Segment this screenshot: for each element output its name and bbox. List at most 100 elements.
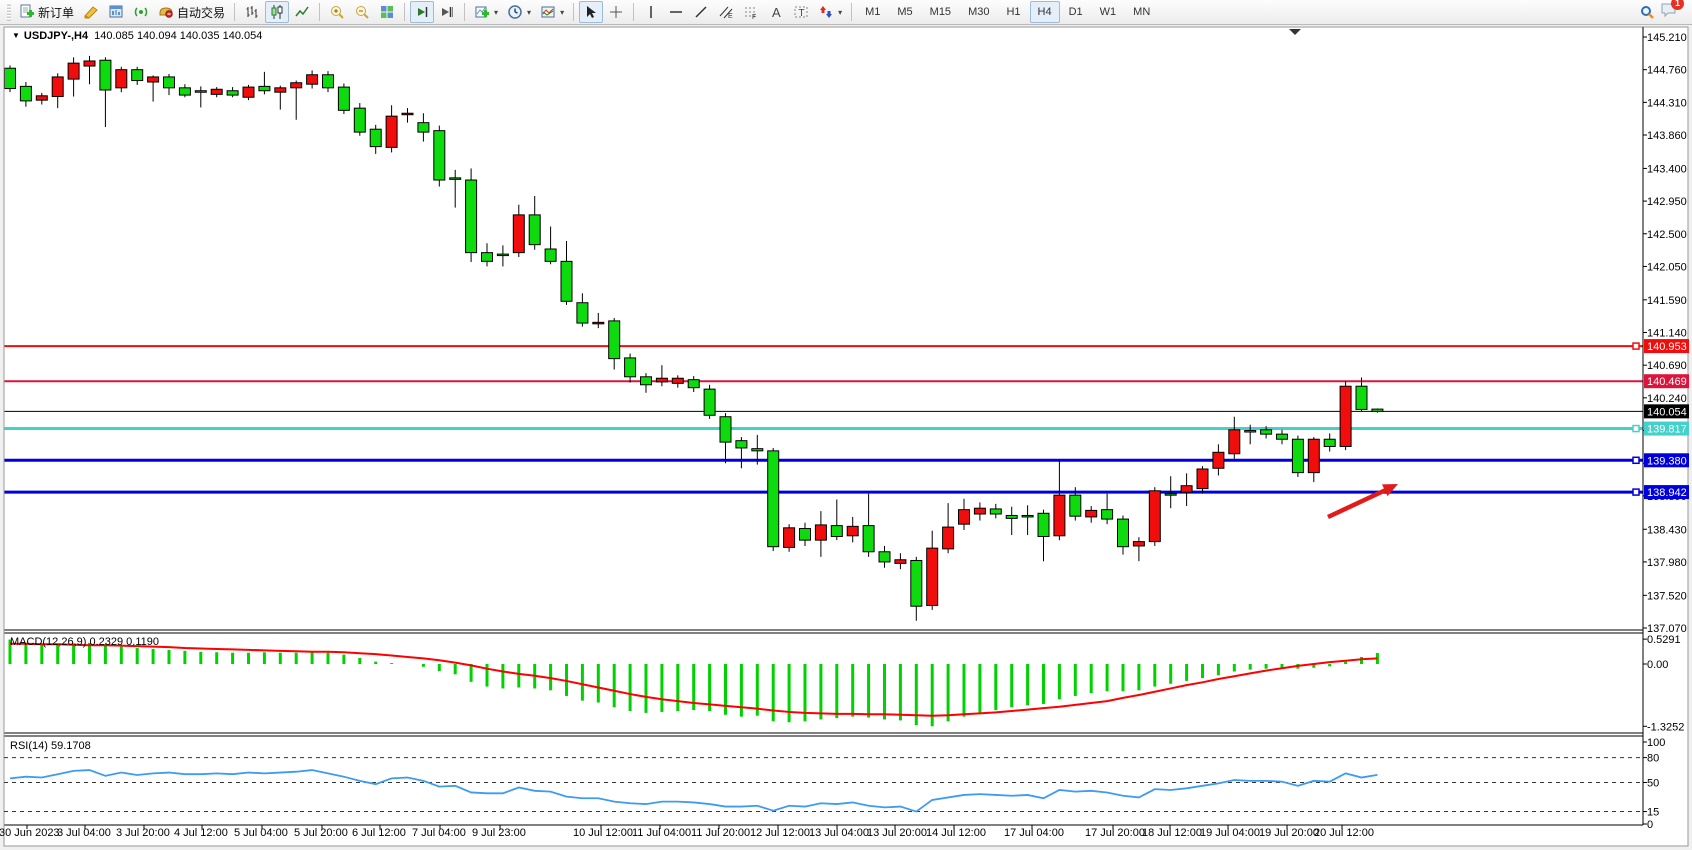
candle[interactable] (815, 525, 826, 540)
timeframe-button-m1[interactable]: M1 (857, 1, 888, 23)
candle[interactable] (497, 254, 508, 256)
candle[interactable] (1133, 542, 1144, 546)
candle[interactable] (625, 358, 636, 377)
candle[interactable] (1197, 469, 1208, 489)
market-watch-button[interactable] (104, 1, 128, 23)
vertical-line-tool-button[interactable] (639, 1, 663, 23)
candle[interactable] (752, 449, 763, 451)
candle[interactable] (990, 509, 1001, 514)
candle[interactable] (704, 389, 715, 415)
candle[interactable] (227, 91, 238, 95)
hline-marker[interactable] (1633, 426, 1639, 432)
periods-dropdown-caret[interactable]: ▾ (527, 8, 531, 17)
candle[interactable] (195, 91, 206, 93)
equidistant-channel-tool-button[interactable]: E (714, 1, 738, 23)
line-chart-mode-button[interactable] (290, 1, 314, 23)
candle[interactable] (68, 63, 79, 79)
candle[interactable] (211, 89, 222, 94)
timeframe-button-w1[interactable]: W1 (1092, 1, 1125, 23)
candle[interactable] (52, 77, 63, 97)
text-label-tool-button[interactable]: T (789, 1, 813, 23)
candle[interactable] (641, 377, 652, 385)
candle[interactable] (1149, 491, 1160, 542)
templates-dropdown-caret[interactable]: ▾ (560, 8, 564, 17)
text-tool-button[interactable]: A (764, 1, 788, 23)
candle[interactable] (275, 88, 286, 92)
hline-marker[interactable] (1633, 457, 1639, 463)
candle[interactable] (831, 526, 842, 537)
timeframe-button-mn[interactable]: MN (1125, 1, 1158, 23)
candle[interactable] (1070, 495, 1081, 516)
tile-windows-button[interactable] (375, 1, 399, 23)
trendline-tool-button[interactable] (689, 1, 713, 23)
candle[interactable] (450, 178, 461, 180)
candle[interactable] (768, 451, 779, 547)
candle[interactable] (895, 560, 906, 564)
chart-canvas[interactable]: 145.210144.760144.310143.860143.400142.9… (0, 25, 1692, 850)
candle[interactable] (545, 249, 556, 261)
search-button[interactable] (1635, 1, 1659, 23)
candle[interactable] (609, 321, 620, 359)
notifications-button[interactable]: 1 (1660, 1, 1678, 23)
candle[interactable] (1245, 431, 1256, 433)
candle[interactable] (5, 68, 16, 88)
candle[interactable] (307, 75, 318, 84)
arrows-dropdown-caret[interactable]: ▾ (838, 8, 842, 17)
timeframe-button-m15[interactable]: M15 (922, 1, 959, 23)
zoom-out-button[interactable] (350, 1, 374, 23)
candle[interactable] (1229, 430, 1240, 454)
candle[interactable] (1165, 494, 1176, 496)
signals-button[interactable] (129, 1, 153, 23)
candle[interactable] (179, 88, 190, 95)
candle[interactable] (593, 322, 604, 324)
toolbar-grip[interactable] (7, 3, 11, 21)
candle[interactable] (402, 113, 413, 115)
candle[interactable] (800, 529, 811, 541)
candle[interactable] (879, 552, 890, 562)
candle[interactable] (148, 77, 159, 82)
candle[interactable] (720, 417, 731, 442)
candle[interactable] (1261, 430, 1272, 434)
timeframe-button-m5[interactable]: M5 (889, 1, 920, 23)
candle[interactable] (1308, 439, 1319, 472)
candle[interactable] (482, 253, 493, 262)
templates-button[interactable]: ▾ (536, 1, 568, 23)
hline-marker[interactable] (1633, 489, 1639, 495)
candle[interactable] (1277, 434, 1288, 439)
candle[interactable] (259, 86, 270, 90)
timeframe-button-m30[interactable]: M30 (960, 1, 997, 23)
candle[interactable] (84, 61, 95, 66)
candle[interactable] (1022, 515, 1033, 517)
candle[interactable] (847, 526, 858, 535)
candle[interactable] (116, 70, 127, 88)
candle[interactable] (1102, 510, 1113, 519)
candle[interactable] (354, 108, 365, 132)
auto-scroll-button[interactable] (410, 1, 434, 23)
candle[interactable] (243, 87, 254, 97)
candle[interactable] (943, 527, 954, 549)
candle[interactable] (1340, 386, 1351, 446)
chart-menu-triangle-icon[interactable]: ▼ (12, 31, 20, 40)
candle[interactable] (561, 261, 572, 301)
candle[interactable] (418, 123, 429, 132)
timeframe-button-h4[interactable]: H4 (1030, 1, 1060, 23)
candle[interactable] (386, 116, 397, 147)
indicators-dropdown-caret[interactable]: ▾ (494, 8, 498, 17)
candle[interactable] (513, 215, 524, 253)
candle[interactable] (959, 510, 970, 525)
candle[interactable] (911, 560, 922, 606)
candle[interactable] (291, 83, 302, 88)
crosshair-tool-button[interactable] (604, 1, 628, 23)
chart-window[interactable]: 145.210144.760144.310143.860143.400142.9… (0, 25, 1692, 850)
timeframe-button-d1[interactable]: D1 (1061, 1, 1091, 23)
candle[interactable] (466, 180, 477, 253)
candle[interactable] (1054, 495, 1065, 536)
candle[interactable] (1181, 486, 1192, 493)
candle[interactable] (132, 70, 143, 81)
new-order-button[interactable]: 新订单 (15, 1, 78, 23)
candle[interactable] (36, 96, 47, 100)
arrows-tool-button[interactable]: ▾ (814, 1, 846, 23)
candle[interactable] (323, 75, 334, 88)
crayon-tool-button[interactable] (79, 1, 103, 23)
cursor-tool-button[interactable] (579, 1, 603, 23)
